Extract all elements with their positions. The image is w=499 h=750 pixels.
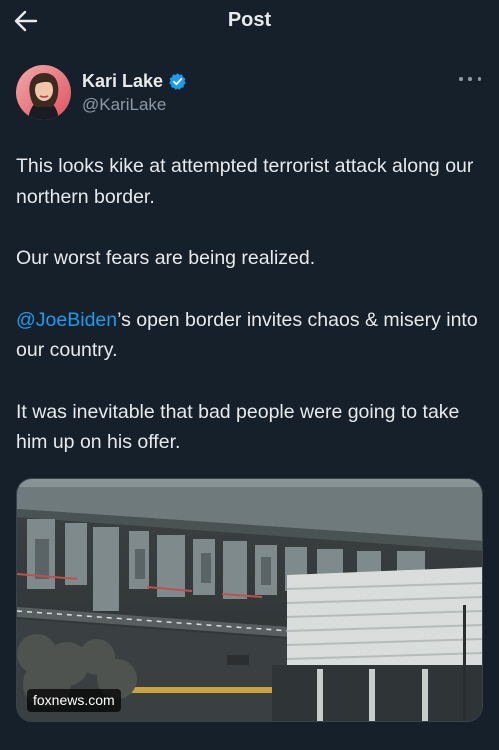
- more-dot: [477, 77, 481, 81]
- tweet-author: Kari Lake @KariLake: [16, 65, 483, 121]
- page-title: Post: [227, 9, 272, 31]
- more-options-button[interactable]: [459, 73, 481, 85]
- tweet-paragraph: Our worst fears are being realized.: [16, 247, 316, 269]
- tweet-media-image[interactable]: foxnews.com: [16, 478, 483, 722]
- border-crossing-photo: [17, 479, 482, 721]
- more-horizontal-icon: [459, 77, 463, 81]
- tweet-paragraph: This looks kike at attempted terrorist a…: [16, 155, 474, 208]
- mention-link[interactable]: @JoeBiden: [16, 309, 117, 331]
- verified-badge-icon: [169, 73, 186, 90]
- tweet-paragraph: It was inevitable that bad people were g…: [16, 400, 460, 454]
- author-names: Kari Lake @KariLake: [82, 71, 187, 115]
- handle[interactable]: @KariLake: [82, 95, 187, 115]
- avatar[interactable]: [16, 65, 71, 120]
- tweet-paragraph: @JoeBiden’s open border invites chaos & …: [16, 305, 486, 366]
- top-bar: Post: [0, 0, 499, 42]
- more-dot: [468, 77, 472, 81]
- display-name-row: Kari Lake: [82, 71, 187, 92]
- display-name[interactable]: Kari Lake: [82, 71, 163, 92]
- tweet-text: This looks kike at attempted terrorist a…: [16, 151, 486, 489]
- source-badge: foxnews.com: [27, 689, 121, 712]
